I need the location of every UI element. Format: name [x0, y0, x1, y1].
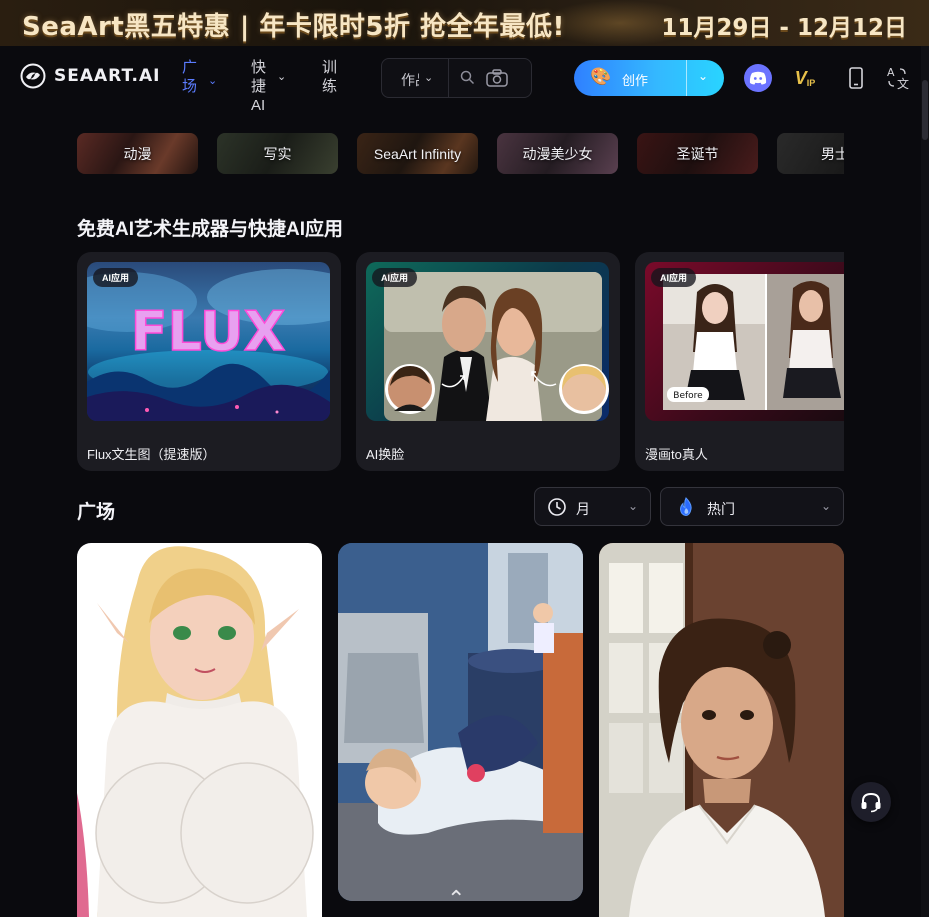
- seaart-logo-icon: [20, 63, 46, 89]
- chevron-down-icon: ⌄: [820, 499, 831, 513]
- app-badge: AI应用: [372, 268, 418, 287]
- app-badge: AI应用: [93, 268, 139, 287]
- chip-christmas[interactable]: 圣诞节: [637, 133, 758, 174]
- app-badge: AI应用: [651, 268, 697, 287]
- headset-icon: [861, 792, 881, 813]
- app-title: 漫画to真人: [645, 447, 708, 462]
- search-mode-select[interactable]: 作品 ⌄: [382, 59, 449, 97]
- palette-icon: 🎨: [590, 67, 612, 86]
- promo-banner[interactable]: SeaArt黑五特惠 | 年卡限时5折 抢全年最低! 11月29日 - 12月1…: [0, 0, 929, 46]
- create-button[interactable]: 🎨 创作 ⌄: [574, 60, 724, 96]
- flame-icon: [679, 497, 692, 517]
- gallery-image-alley: [338, 543, 583, 901]
- chevron-down-icon: ⌄: [424, 72, 434, 84]
- chip-men[interactable]: 男士: [777, 133, 844, 174]
- apps-section-title: 免费AI艺术生成器与快捷AI应用: [77, 219, 344, 240]
- search-bar[interactable]: 作品 ⌄: [381, 58, 532, 98]
- gallery-card[interactable]: [338, 543, 583, 901]
- gallery-card[interactable]: [77, 543, 322, 917]
- gallery-image-elf: [77, 546, 314, 917]
- clock-icon: [548, 498, 566, 516]
- chip-anime[interactable]: 动漫: [77, 133, 198, 174]
- nav-train-label: 训练: [322, 59, 338, 95]
- chevron-up-icon[interactable]: ⌃: [447, 886, 465, 912]
- app-title: AI换脸: [366, 447, 405, 462]
- chip-anime-girl[interactable]: 动漫美少女: [497, 133, 618, 174]
- sort-filter-label: 热门: [707, 501, 735, 517]
- create-divider: [686, 60, 687, 96]
- nav-quick-ai-label: 快捷AI: [251, 59, 267, 114]
- app-card-face-swap[interactable]: AI应用 AI换脸: [356, 252, 620, 471]
- top-nav-bar: SEAART.AI 广场 ⌄ 快捷AI ⌄ 训练 作品 ⌄ 🎨 创作 ⌄: [0, 46, 921, 114]
- vip-icon[interactable]: V IP: [791, 64, 819, 92]
- customer-support-button[interactable]: [851, 782, 891, 822]
- app-title: Flux文生图（提速版）: [87, 447, 216, 462]
- chip-seaart-infinity[interactable]: SeaArt Infinity: [357, 133, 478, 174]
- plaza-section-title: 广场: [77, 502, 116, 523]
- create-label: 创作: [622, 73, 649, 88]
- chevron-down-icon: ⌄: [208, 75, 218, 87]
- page-scrollbar-thumb[interactable]: [922, 80, 928, 140]
- svg-text:FLUX: FLUX: [131, 300, 286, 363]
- gallery-image-portrait: [599, 543, 844, 917]
- seaart-logo[interactable]: SEAART.AI: [20, 63, 160, 89]
- chip-realistic[interactable]: 写实: [217, 133, 338, 174]
- nav-plaza-label: 广场: [182, 59, 198, 95]
- sort-filter[interactable]: 热门 ⌄: [660, 487, 844, 526]
- svg-text:A: A: [887, 66, 895, 79]
- phone-icon[interactable]: [842, 64, 870, 92]
- gallery-card[interactable]: [599, 543, 844, 917]
- svg-text:Before: Before: [673, 391, 703, 401]
- translate-icon[interactable]: A 文: [885, 64, 913, 92]
- chevron-down-icon: ⌄: [277, 71, 287, 83]
- nav-quick-ai[interactable]: 快捷AI ⌄: [251, 58, 295, 115]
- period-filter[interactable]: 月 ⌄: [534, 487, 651, 526]
- discord-icon[interactable]: [744, 64, 772, 92]
- period-filter-label: 月: [576, 501, 590, 517]
- banner-dates: 11月29日 - 12月12日: [661, 15, 907, 41]
- banner-headline: SeaArt黑五特惠 | 年卡限时5折 抢全年最低!: [22, 12, 565, 42]
- app-card-manga-to-real[interactable]: Before AI应用 漫画to真人: [635, 252, 844, 471]
- search-icon[interactable]: [460, 70, 475, 85]
- category-chips: 动漫 写实 SeaArt Infinity 动漫美少女 圣诞节 男士: [77, 133, 844, 174]
- app-card-flux[interactable]: FLUX AI应用 Flux文生图（提速版）: [77, 252, 341, 471]
- chevron-down-icon[interactable]: ⌄: [698, 69, 708, 83]
- svg-text:文: 文: [897, 76, 909, 91]
- logo-text: SEAART.AI: [54, 66, 161, 86]
- camera-icon[interactable]: [486, 69, 508, 87]
- chevron-down-icon: ⌄: [627, 499, 638, 513]
- search-mode-label: 作品: [401, 72, 419, 88]
- page-scrollbar[interactable]: [921, 46, 929, 917]
- nav-plaza[interactable]: 广场 ⌄: [182, 58, 224, 96]
- nav-train[interactable]: 训练: [322, 58, 342, 96]
